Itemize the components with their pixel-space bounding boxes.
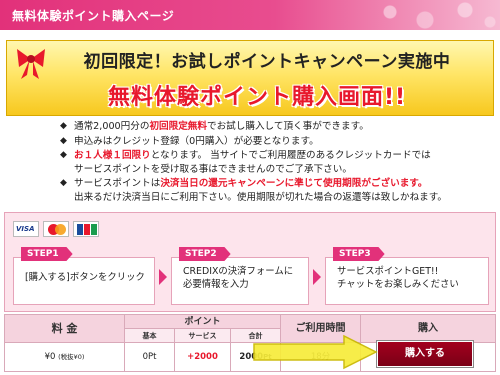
banner-subheadline: 無料体験ポイント購入画面!! (107, 85, 407, 110)
notice-item: ◆ サービスポイントは決済当日の還元キャンペーンに準じて使用期限がございます。 … (60, 178, 448, 203)
purchase-steps-panel: VISA STEP1 [購入する]ボタンをクリック STEP2 CREDIXの決… (4, 212, 496, 312)
price-header: 料 金 (5, 315, 125, 343)
diamond-icon: ◆ (60, 150, 67, 160)
diamond-icon: ◆ (60, 135, 67, 146)
step-tag: STEP3 (333, 247, 385, 261)
notice-item: ◆ お１人様１回限りとなります。 当サイトでご利用履歴のあるクレジットカードでは… (60, 150, 431, 175)
page-header: 無料体験ポイント購入ページ (0, 0, 500, 30)
step-text: サービスポイントGET!! チャットをお楽しみください (337, 266, 459, 290)
buy-header: 購入 (361, 315, 495, 343)
service-cell: +2000 (175, 343, 231, 371)
floral-ornament (370, 0, 500, 30)
banner-headline: 初回限定！お試しポイントキャンペーン実施中 (83, 52, 451, 72)
page-title: 無料体験ポイント購入ページ (12, 9, 175, 23)
notice-list: ◆ 通常2,000円分の初回限定無料でお試し購入して頂く事ができます。 ◆ 申込… (60, 120, 480, 205)
buy-button[interactable]: 購入する (376, 340, 474, 368)
service-header: サービス (175, 329, 231, 343)
basic-header: 基本 (125, 329, 175, 343)
step-1: STEP1 [購入する]ボタンをクリック (13, 247, 155, 305)
step-text: [購入する]ボタンをクリック (25, 272, 145, 283)
visa-icon: VISA (13, 221, 39, 237)
notice-item: ◆ 通常2,000円分の初回限定無料でお試し購入して頂く事ができます。 (60, 121, 369, 132)
arrow-right-icon (159, 269, 167, 285)
arrow-right-icon (313, 269, 321, 285)
card-brands: VISA (13, 221, 99, 237)
notice-item: ◆ 申込みはクレジット登録（0円購入）が必要となります。 (60, 135, 319, 147)
price-cell: ¥0 (税抜¥0) (5, 343, 125, 371)
step-3: STEP3 サービスポイントGET!! チャットをお楽しみください (325, 247, 489, 305)
point-header: ポイント (125, 315, 281, 329)
arrow-right-icon (253, 334, 378, 370)
step-tag: STEP1 (21, 247, 73, 261)
jcb-icon (73, 221, 99, 237)
step-tag: STEP2 (179, 247, 231, 261)
campaign-banner: 初回限定！お試しポイントキャンペーン実施中 無料体験ポイント購入画面!! (6, 40, 494, 116)
mastercard-icon (43, 221, 69, 237)
step-text: CREDIXの決済フォームに 必要情報を入力 (183, 266, 294, 290)
ribbon-icon (17, 49, 45, 79)
step-2: STEP2 CREDIXの決済フォームに 必要情報を入力 (171, 247, 309, 305)
diamond-icon: ◆ (60, 178, 67, 188)
basic-cell: 0Pt (125, 343, 175, 371)
diamond-icon: ◆ (60, 121, 67, 131)
